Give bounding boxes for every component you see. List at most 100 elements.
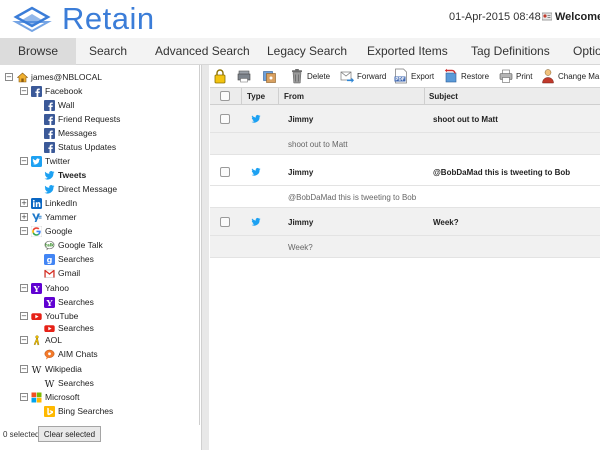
tree-item-friend-requests[interactable]: Friend Requests (44, 112, 120, 126)
tree-item-yammer[interactable]: + Yammer (20, 210, 77, 224)
tree-item-label: Gmail (58, 268, 81, 278)
tree-item-searches[interactable]: g Searches (44, 252, 94, 266)
selected-count: 0 selected (3, 430, 40, 439)
tree-item-wall[interactable]: Wall (44, 98, 74, 112)
welcome-text: Welcome, J (555, 11, 600, 23)
tree-item-label: Direct Message (58, 184, 118, 194)
tree-item-messages[interactable]: Messages (44, 126, 97, 140)
message-row[interactable]: Jimmy @BobDaMad this is tweeting to Bob (210, 158, 600, 186)
tree-item-label: Tweets (58, 170, 87, 180)
tag-button[interactable] (262, 67, 279, 85)
tree-item-facebook[interactable]: − Facebook (20, 84, 83, 98)
message-preview-row[interactable]: @BobDaMad this is tweeting to Bob (210, 186, 600, 208)
collapse-icon[interactable]: − (20, 227, 28, 235)
collapse-icon[interactable]: − (20, 393, 28, 401)
column-header-from[interactable]: From (284, 88, 304, 105)
gmail-icon (44, 268, 55, 279)
clear-selected-button[interactable]: Clear selected (38, 426, 101, 442)
row-checkbox[interactable] (220, 114, 230, 124)
tree-item-tweets[interactable]: Tweets (44, 168, 86, 182)
tree-item-gmail[interactable]: Gmail (44, 266, 80, 280)
collapse-icon[interactable]: − (20, 365, 28, 373)
home-icon (16, 72, 29, 83)
microsoft-icon (31, 392, 42, 403)
tree-item-google[interactable]: − Google (20, 224, 73, 238)
message-grid: Type From Subject Jimmy shoot out to Matt… (210, 87, 600, 450)
tree-item-linkedin[interactable]: + LinkedIn (20, 196, 77, 210)
svg-text:PDF: PDF (395, 77, 405, 82)
google-talk-icon: talk (44, 240, 55, 251)
row-checkbox[interactable] (220, 217, 230, 227)
tree-item-google-talk[interactable]: talk Google Talk (44, 238, 103, 252)
svg-text:talk: talk (45, 242, 54, 247)
tree-item-label: Facebook (45, 86, 83, 96)
message-preview-row[interactable]: shoot out to Matt (210, 133, 600, 155)
tree-item-label: Searches (58, 254, 94, 264)
tab-options[interactable]: Optio (573, 38, 600, 65)
collapse-icon[interactable]: − (20, 284, 28, 292)
tree-item-searches[interactable]: Y Searches (44, 295, 94, 309)
print-stack-button[interactable] (237, 67, 254, 85)
tree-item-wikipedia[interactable]: − W Wikipedia (20, 362, 82, 376)
collapse-icon[interactable]: − (20, 87, 28, 95)
toolbar-button-label: Change Ma (558, 71, 600, 81)
message-preview-row[interactable]: Week? (210, 236, 600, 258)
forward-icon (340, 68, 357, 84)
tree-item-searches[interactable]: W Searches (44, 376, 94, 390)
delete-button[interactable]: Delete (290, 67, 330, 85)
print-button[interactable]: Print (499, 67, 532, 85)
tab-exported-items[interactable]: Exported Items (367, 38, 448, 65)
tree-item-aim-chats[interactable]: AIM Chats (44, 347, 98, 361)
svg-text:g: g (47, 255, 53, 264)
message-row[interactable]: Jimmy shoot out to Matt (210, 105, 600, 133)
bing-icon (44, 405, 55, 417)
tree-item-label: Searches (58, 323, 94, 333)
select-all-checkbox[interactable] (220, 91, 230, 101)
tree-item-label: Searches (58, 297, 94, 307)
collapse-icon[interactable]: − (5, 73, 13, 81)
svg-text:Y: Y (32, 284, 40, 293)
tab-browse[interactable]: Browse (0, 38, 76, 65)
tree-item-aol[interactable]: − AOL (20, 333, 62, 347)
collapse-icon[interactable]: − (20, 157, 28, 165)
yammer-icon (31, 212, 42, 223)
toolbar-button-label: Delete (307, 71, 331, 81)
tab-legacy-search[interactable]: Legacy Search (267, 38, 347, 65)
user-menu[interactable]: Welcome, J (542, 11, 600, 23)
tree-item-direct-message[interactable]: Direct Message (44, 182, 117, 196)
message-preview: @BobDaMad this is tweeting to Bob (288, 193, 417, 202)
restore-icon (444, 68, 461, 84)
row-checkbox[interactable] (220, 167, 230, 177)
expand-icon[interactable]: + (20, 213, 28, 221)
tree-item-twitter[interactable]: − Twitter (20, 154, 70, 168)
tree-item-label: Google (45, 226, 73, 236)
forward-button[interactable]: Forward (340, 67, 386, 85)
printer-icon (499, 68, 516, 84)
tab-tag-definitions[interactable]: Tag Definitions (471, 38, 550, 65)
panel-splitter[interactable] (201, 65, 209, 450)
collapse-icon[interactable]: − (20, 336, 28, 344)
twitter-icon (31, 155, 42, 167)
message-row[interactable]: Jimmy Week? (210, 208, 600, 236)
tree-item-james-nblocal[interactable]: − james@NBLOCAL (5, 70, 102, 84)
tree-item-bing-searches[interactable]: Bing Searches (44, 404, 113, 418)
column-header-type[interactable]: Type (247, 88, 265, 105)
tree-item-yahoo[interactable]: − Y Yahoo (20, 281, 69, 295)
tab-search[interactable]: Search (89, 38, 127, 65)
restore-button[interactable]: Restore (444, 67, 489, 85)
message-from: Jimmy (288, 115, 314, 124)
collapse-icon[interactable]: − (20, 312, 28, 320)
tab-advanced-search[interactable]: Advanced Search (155, 38, 250, 65)
tree-item-microsoft[interactable]: − Microsoft (20, 390, 79, 404)
change-ma-button[interactable]: Change Ma (541, 67, 599, 85)
export-button[interactable]: PDF Export (394, 67, 434, 85)
expand-icon[interactable]: + (20, 199, 28, 207)
tree-item-label: Yahoo (45, 283, 69, 293)
message-preview: shoot out to Matt (288, 140, 348, 149)
yahoo-icon: Y (31, 282, 42, 294)
column-header-subject[interactable]: Subject (429, 88, 458, 105)
lock-button[interactable] (213, 67, 230, 85)
tree-item-status-updates[interactable]: Status Updates (44, 140, 116, 154)
header: Retain 01-Apr-2015 08:48 Welcome, J (0, 0, 600, 38)
twitter-bird-icon (250, 217, 262, 227)
